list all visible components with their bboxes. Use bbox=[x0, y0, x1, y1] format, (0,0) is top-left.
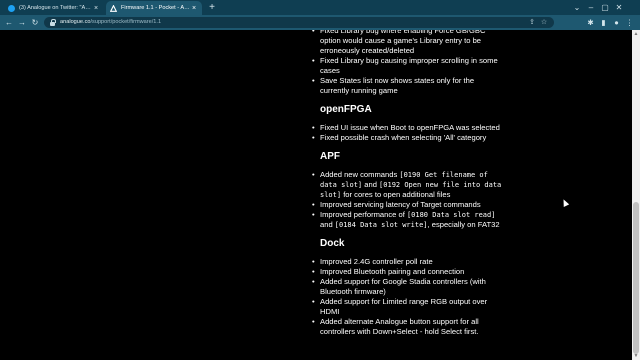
reload-icon[interactable]: ↻ bbox=[29, 16, 41, 29]
mouse-cursor bbox=[560, 198, 570, 207]
text-run: and bbox=[362, 180, 380, 189]
text-run: Added new commands bbox=[320, 170, 400, 179]
text-run: for cores to open additional files bbox=[341, 190, 451, 199]
forward-arrow-icon[interactable]: → bbox=[16, 16, 28, 29]
tab-strip: (3) Analogue on Twitter: "Analog × Firmw… bbox=[0, 0, 640, 15]
dock-list: Improved 2.4G controller poll rate Impro… bbox=[312, 257, 502, 337]
list-item: Fixed UI issue when Boot to openFPGA was… bbox=[312, 123, 502, 133]
list-item: Added alternate Analogue button support … bbox=[312, 317, 502, 337]
sidebar-icon[interactable]: ▮ bbox=[597, 16, 610, 29]
list-item: Fixed Library bug causing improper scrol… bbox=[312, 56, 502, 76]
apf-list: Added new commands [0190 Get filename of… bbox=[312, 170, 502, 230]
code-span: [0180 Data slot read] bbox=[406, 211, 496, 219]
back-arrow-icon[interactable]: ← bbox=[3, 16, 15, 29]
close-window-icon[interactable]: ✕ bbox=[612, 0, 626, 15]
list-item: Fixed possible crash when selecting 'All… bbox=[312, 133, 502, 143]
text-run: and bbox=[320, 220, 335, 229]
new-tab-button[interactable]: + bbox=[206, 1, 218, 14]
list-item: Save States list now shows states only f… bbox=[312, 76, 502, 96]
toolbar-actions: ✱ ▮ ● ⋮ bbox=[584, 16, 636, 29]
section-heading-dock: Dock bbox=[320, 238, 345, 249]
analogue-logo-icon bbox=[110, 4, 117, 12]
scroll-thumb[interactable] bbox=[633, 202, 639, 354]
list-item: Added support for Google Stadia controll… bbox=[312, 277, 502, 297]
library-fix-list: Fixed Library bug where enabling Force G… bbox=[312, 30, 502, 96]
list-item: Improved Bluetooth pairing and connectio… bbox=[312, 267, 502, 277]
url-text[interactable]: analogue.co/support/pocket/firmware/1.1 bbox=[60, 19, 161, 26]
omnibox-actions: ⇪ ☆ bbox=[526, 18, 550, 27]
chevron-down-icon[interactable]: ⌄ bbox=[570, 0, 584, 15]
lock-icon bbox=[50, 19, 56, 26]
section-heading-apf: APF bbox=[320, 151, 340, 162]
scroll-down-icon[interactable]: ▼ bbox=[632, 352, 640, 360]
tab-twitter[interactable]: (3) Analogue on Twitter: "Analog × bbox=[4, 1, 104, 15]
list-item: Added support for Limited range RGB outp… bbox=[312, 297, 502, 317]
text-run: , especially on FAT32 bbox=[427, 220, 500, 229]
tab-firmware[interactable]: Firmware 1.1 - Pocket - Analogue × bbox=[106, 1, 202, 15]
profile-icon[interactable]: ● bbox=[610, 16, 623, 29]
section-heading-openfpga: openFPGA bbox=[320, 104, 372, 115]
twitter-bird-icon bbox=[8, 4, 15, 12]
page-viewport: Fixed Library bug where enabling Force G… bbox=[0, 30, 632, 360]
share-icon[interactable]: ⇪ bbox=[526, 18, 538, 27]
list-item: Added new commands [0190 Get filename of… bbox=[312, 170, 502, 200]
close-icon[interactable]: × bbox=[190, 5, 198, 12]
close-icon[interactable]: × bbox=[92, 5, 100, 12]
release-notes: Fixed Library bug where enabling Force G… bbox=[312, 30, 502, 337]
url-host: analogue.co bbox=[60, 19, 91, 25]
scroll-up-icon[interactable]: ▲ bbox=[632, 30, 640, 38]
page-scrollbar[interactable]: ▲ ▼ bbox=[632, 30, 640, 360]
list-item: Improved performance of [0180 Data slot … bbox=[312, 210, 502, 230]
list-item: Improved 2.4G controller poll rate bbox=[312, 257, 502, 267]
address-bar[interactable]: analogue.co/support/pocket/firmware/1.1 … bbox=[44, 17, 554, 28]
list-item: Improved servicing latency of Target com… bbox=[312, 200, 502, 210]
tab-title: Firmware 1.1 - Pocket - Analogue bbox=[121, 5, 190, 11]
code-span: [0184 Data slot write] bbox=[334, 221, 428, 229]
list-item: Fixed Library bug where enabling Force G… bbox=[312, 30, 502, 56]
text-run: Improved performance of bbox=[320, 210, 407, 219]
openfpga-list: Fixed UI issue when Boot to openFPGA was… bbox=[312, 123, 502, 143]
menu-icon[interactable]: ⋮ bbox=[623, 16, 636, 29]
extensions-icon[interactable]: ✱ bbox=[584, 16, 597, 29]
minimize-icon[interactable]: – bbox=[584, 0, 598, 15]
url-path: /support/pocket/firmware/1.1 bbox=[90, 19, 162, 25]
window-controls: ⌄ – ▢ ✕ bbox=[570, 0, 626, 15]
bookmark-star-icon[interactable]: ☆ bbox=[538, 18, 550, 27]
maximize-icon[interactable]: ▢ bbox=[598, 0, 612, 15]
toolbar: ← → ↻ analogue.co/support/pocket/firmwar… bbox=[0, 15, 640, 30]
tab-title: (3) Analogue on Twitter: "Analog bbox=[19, 5, 92, 11]
